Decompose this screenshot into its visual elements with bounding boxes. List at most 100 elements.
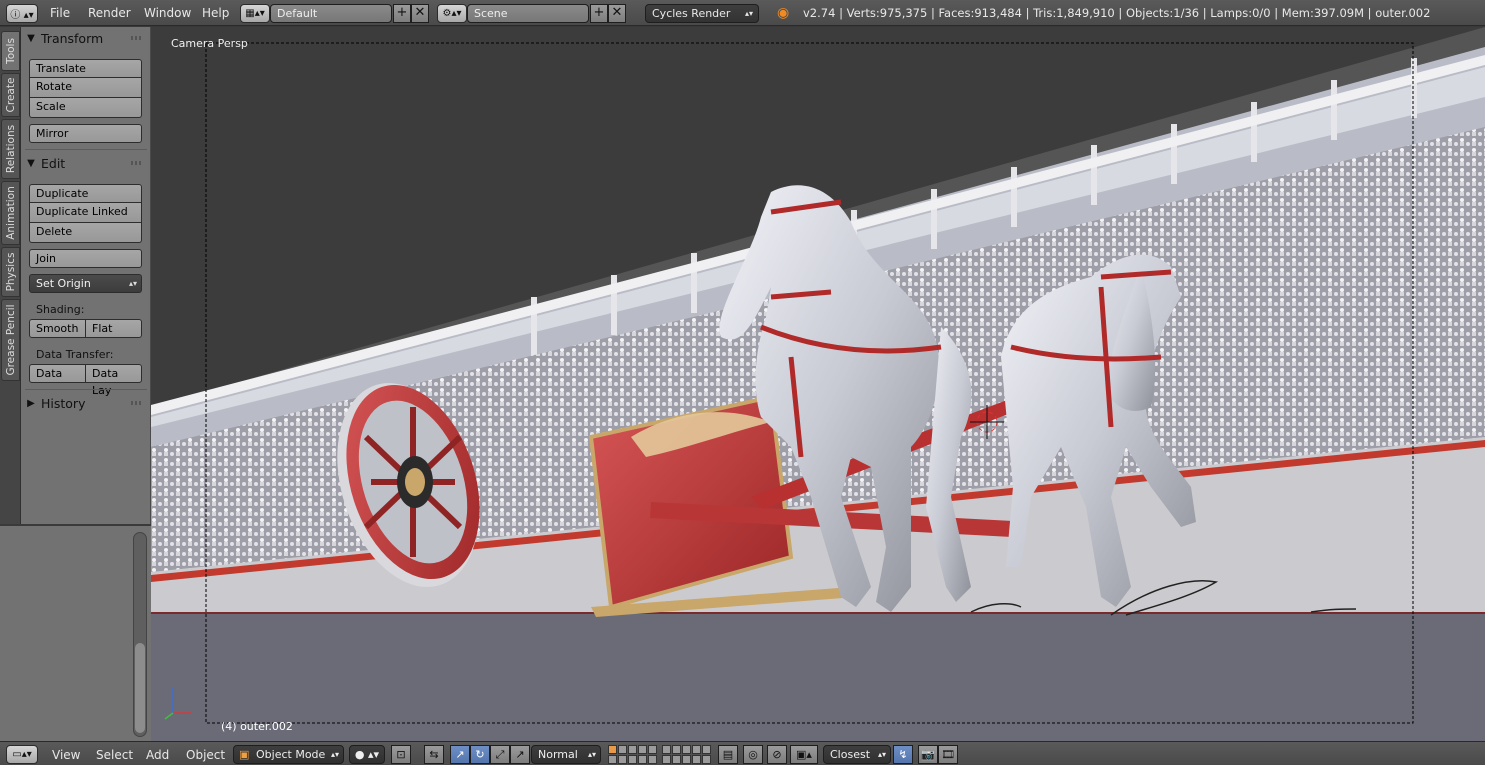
editor-type-selector[interactable]: ▭▴▾ <box>6 745 38 764</box>
snap-target-label: Closest <box>830 748 871 761</box>
opengl-render-animation-icon[interactable]: 🎞 <box>938 745 958 764</box>
mirror-button[interactable]: Mirror <box>29 124 142 143</box>
remove-layout-close-icon[interactable]: ✕ <box>411 4 429 23</box>
menu-window[interactable]: Window <box>144 6 191 20</box>
panel-history-header[interactable]: ▶ History <box>21 392 151 414</box>
snap-align-rotation-icon[interactable]: ↯ <box>893 745 913 764</box>
dropdown-arrow-icon: ▴▾ <box>877 750 886 759</box>
render-engine-select[interactable]: Cycles Render ▴▾ <box>645 4 759 23</box>
data-layout-transfer-button[interactable]: Data Lay <box>85 364 142 397</box>
menu-render[interactable]: Render <box>88 6 131 20</box>
render-engine-label: Cycles Render <box>652 7 731 20</box>
data-transfer-button[interactable]: Data <box>29 364 86 383</box>
scene-layers-group-1[interactable] <box>608 745 657 764</box>
operator-panel <box>0 524 151 741</box>
layout-grid-icon: ▦▴▾ <box>245 8 265 19</box>
transform-orientation-label: Normal <box>538 748 578 761</box>
data-transfer-label: Data Transfer: <box>36 348 114 361</box>
interaction-mode-select[interactable]: ▣ Object Mode ▴▾ <box>233 745 344 764</box>
proportional-editing-icon[interactable]: ◎ <box>743 745 763 764</box>
add-scene-plus-icon[interactable]: + <box>590 4 608 23</box>
viewport-shading-select[interactable]: ● ▴▾ <box>349 745 385 764</box>
set-origin-label: Set Origin <box>36 277 91 290</box>
info-header: ⓘ ▴▾ File Render Window Help ▦▴▾ Default… <box>0 0 1485 26</box>
operator-scrollbar[interactable] <box>133 532 147 737</box>
expanded-triangle-icon: ▼ <box>27 32 35 44</box>
pivot-point-icon[interactable]: ⊡ <box>391 745 411 764</box>
viewport-scene-render <box>151 27 1485 741</box>
scale-manipulator-icon[interactable]: ⤢ <box>490 745 510 764</box>
opengl-render-image-icon[interactable]: 📷 <box>918 745 938 764</box>
panel-grip-icon[interactable] <box>131 161 143 165</box>
snap-target-select[interactable]: Closest ▴▾ <box>823 745 891 764</box>
solid-shading-icon: ● ▴▾ <box>354 748 380 761</box>
translate-button[interactable]: Translate <box>29 59 142 78</box>
manipulator-toggle-icon[interactable]: ⇆ <box>424 745 444 764</box>
menu-add[interactable]: Add <box>146 748 169 762</box>
tab-relations-label: Relations <box>4 124 17 174</box>
scene-statistics: v2.74 | Verts:975,375 | Faces:913,484 | … <box>803 6 1431 20</box>
panel-grip-icon[interactable] <box>131 36 143 40</box>
menu-file[interactable]: File <box>50 6 70 20</box>
menu-help[interactable]: Help <box>202 6 229 20</box>
tab-animation[interactable]: Animation <box>1 181 20 245</box>
panel-grip-icon[interactable] <box>131 401 143 405</box>
panel-transform-header[interactable]: ▼ Transform <box>21 27 151 49</box>
panel-edit-header[interactable]: ▼ Edit <box>21 152 151 174</box>
snap-element-icon[interactable]: ▣▴ <box>790 745 818 764</box>
duplicate-button[interactable]: Duplicate <box>29 184 142 203</box>
transform-orientation-select[interactable]: Normal ▴▾ <box>531 745 601 764</box>
rotate-manipulator-icon[interactable]: ↻ <box>470 745 490 764</box>
dropdown-arrow-icon: ▴▾ <box>128 279 137 288</box>
info-editor-type-button[interactable]: ⓘ ▴▾ <box>6 4 38 23</box>
scene-layers-group-2[interactable] <box>662 745 711 764</box>
collapsed-triangle-icon: ▶ <box>27 397 35 409</box>
set-origin-dropdown[interactable]: Set Origin ▴▾ <box>29 274 142 293</box>
menu-object[interactable]: Object <box>186 748 225 762</box>
tab-tools-label: Tools <box>4 38 17 64</box>
arena-ground <box>151 612 1485 741</box>
tab-tools[interactable]: Tools <box>1 31 20 71</box>
duplicate-linked-button[interactable]: Duplicate Linked <box>29 203 142 223</box>
remove-scene-close-icon[interactable]: ✕ <box>608 4 626 23</box>
add-layout-plus-icon[interactable]: + <box>393 4 411 23</box>
tab-relations[interactable]: Relations <box>1 119 20 179</box>
menu-view[interactable]: View <box>52 748 80 762</box>
join-button[interactable]: Join <box>29 249 142 268</box>
tab-create-label: Create <box>4 77 17 113</box>
tool-shelf-tabs: Tools Create Relations Animation Physics… <box>0 27 21 524</box>
dropdown-arrow-icon: ▴▾ <box>744 9 753 18</box>
scene-selector[interactable]: ⚙▴▾ <box>437 4 467 23</box>
smooth-shading-button[interactable]: Smooth <box>29 319 86 338</box>
shading-label: Shading: <box>36 303 85 316</box>
transform-orientation-icon[interactable]: ↗ <box>510 745 530 764</box>
3d-view-header: ▭▴▾ View Select Add Object ▣ Object Mode… <box>0 741 1485 765</box>
scene-field[interactable]: Scene <box>467 4 589 23</box>
tab-physics[interactable]: Physics <box>1 247 20 297</box>
delete-button[interactable]: Delete <box>29 223 142 243</box>
translate-manipulator-icon[interactable]: ↗ <box>450 745 470 764</box>
interaction-mode-label: Object Mode <box>256 748 326 761</box>
lock-camera-layers-icon[interactable]: ▤ <box>718 745 738 764</box>
panel-history-title: History <box>41 395 86 411</box>
panel-edit-title: Edit <box>41 155 66 171</box>
3d-viewport[interactable]: Camera Persp (4) outer.002 <box>151 27 1485 741</box>
dropdown-arrow-icon: ▴▾ <box>330 750 339 759</box>
screen-layout-selector[interactable]: ▦▴▾ <box>240 4 270 23</box>
tab-grease-pencil[interactable]: Grease Pencil <box>1 299 20 381</box>
3d-view-icon: ▭▴▾ <box>12 749 32 760</box>
tab-create[interactable]: Create <box>1 73 20 117</box>
menu-select[interactable]: Select <box>96 748 133 762</box>
tool-shelf: ▼ Transform Translate Rotate Scale Mirro… <box>21 27 151 524</box>
snap-toggle-icon[interactable]: ⊘ <box>767 745 787 764</box>
flat-shading-button[interactable]: Flat <box>85 319 142 338</box>
panel-divider <box>25 389 147 390</box>
screen-layout-field[interactable]: Default <box>270 4 392 23</box>
rotate-button[interactable]: Rotate <box>29 78 142 98</box>
tab-grease-pencil-label: Grease Pencil <box>4 304 17 376</box>
info-icon: ⓘ ▴▾ <box>10 10 34 21</box>
scrollbar-thumb[interactable] <box>135 643 145 733</box>
scale-button[interactable]: Scale <box>29 98 142 118</box>
viewport-view-name: Camera Persp <box>171 37 248 50</box>
active-object-label: (4) outer.002 <box>221 720 293 733</box>
